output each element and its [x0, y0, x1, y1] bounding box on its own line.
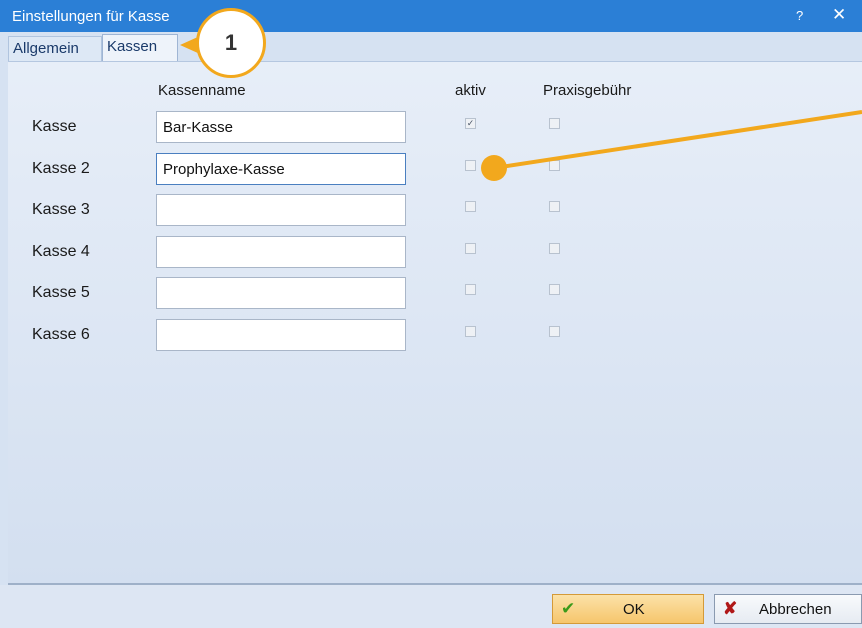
settings-dialog: Einstellungen für Kasse ? ✕ Allgemein Ka… — [0, 0, 862, 628]
annotation-dot — [481, 155, 507, 181]
annotation-overlay — [481, 110, 862, 181]
annotation-line — [493, 110, 862, 170]
